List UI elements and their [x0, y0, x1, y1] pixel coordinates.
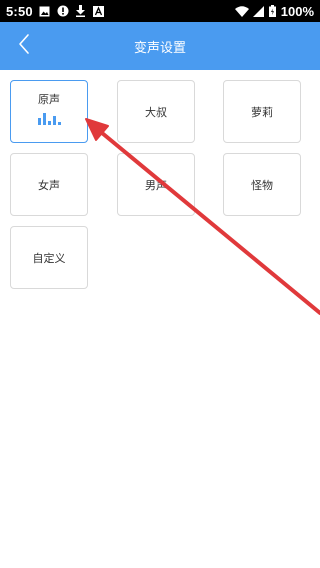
- chevron-left-icon: [17, 33, 31, 59]
- app-header: 变声设置: [0, 22, 320, 70]
- battery-percentage: 100%: [280, 3, 314, 19]
- voice-option-label: 大叔: [145, 105, 167, 119]
- voice-option-uncle[interactable]: 大叔: [117, 80, 195, 143]
- voice-option-label: 女声: [38, 178, 60, 192]
- battery-icon: [269, 5, 277, 17]
- voice-option-custom[interactable]: 自定义: [10, 226, 88, 289]
- voice-option-female[interactable]: 女声: [10, 153, 88, 216]
- voice-option-label: 萝莉: [251, 105, 273, 119]
- font-icon: [93, 5, 105, 17]
- voice-option-label: 原声: [38, 92, 60, 106]
- alert-icon: [57, 5, 69, 17]
- wifi-icon: [234, 5, 249, 17]
- image-icon: [39, 5, 51, 17]
- sound-wave-icon: [37, 112, 61, 125]
- voice-option-male[interactable]: 男声: [117, 153, 195, 216]
- status-left: 5:50: [6, 4, 105, 19]
- back-button[interactable]: [6, 22, 42, 70]
- voice-option-loli[interactable]: 萝莉: [223, 80, 301, 143]
- status-right: 100%: [234, 3, 314, 19]
- status-time: 5:50: [6, 3, 33, 19]
- signal-icon: [253, 5, 265, 17]
- voice-option-label: 男声: [145, 178, 167, 192]
- download-icon: [75, 5, 87, 17]
- voice-option-label: 怪物: [251, 178, 273, 192]
- voice-option-original[interactable]: 原声: [10, 80, 88, 143]
- voice-option-label: 自定义: [32, 251, 66, 265]
- status-bar: 5:50 100%: [0, 0, 320, 22]
- voice-option-monster[interactable]: 怪物: [223, 153, 301, 216]
- page-title: 变声设置: [133, 40, 186, 56]
